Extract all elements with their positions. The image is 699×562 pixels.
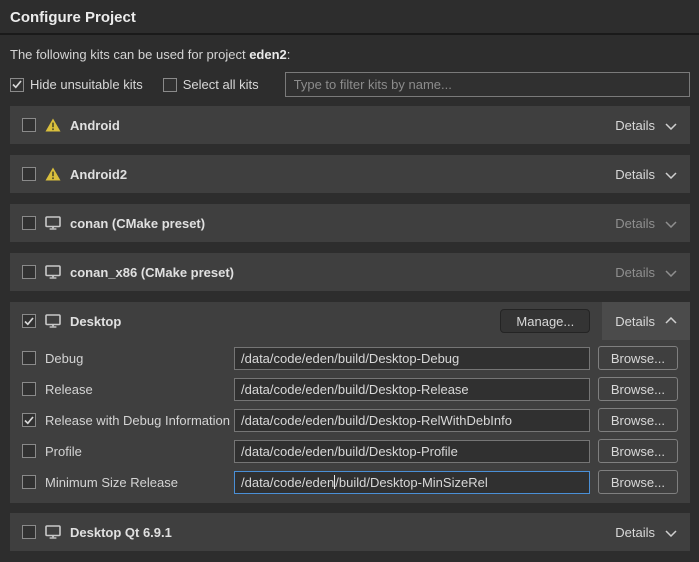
- config-debug-browse-button[interactable]: Browse...: [598, 346, 678, 370]
- warning-icon: [45, 167, 61, 181]
- select-all-kits-label: Select all kits: [183, 77, 259, 92]
- config-label: Minimum Size Release: [45, 475, 178, 490]
- select-all-kits-checkbox[interactable]: [163, 78, 177, 92]
- kit-list: Android Details Android2 Details conan (…: [10, 106, 690, 551]
- project-name: eden2: [249, 47, 287, 62]
- kit-desktop-qt-details-toggle[interactable]: Details: [602, 513, 690, 551]
- config-label: Release: [45, 382, 93, 397]
- config-profile-label-group[interactable]: Profile: [22, 444, 234, 459]
- kit-name: conan_x86 (CMake preset): [70, 265, 234, 280]
- kit-conan-x86-details-toggle[interactable]: Details: [602, 253, 690, 291]
- config-label: Release with Debug Information: [45, 413, 230, 428]
- config-row-relwithdebinfo: Release with Debug Information /data/cod…: [22, 408, 678, 432]
- page-title: Configure Project: [10, 9, 689, 26]
- kit-row-conan[interactable]: conan (CMake preset) Details: [10, 204, 690, 242]
- config-label: Debug: [45, 351, 83, 366]
- kit-name: Android2: [70, 167, 127, 182]
- desktop-icon: [45, 525, 61, 539]
- config-profile-checkbox[interactable]: [22, 444, 36, 458]
- config-relwithdebinfo-label-group[interactable]: Release with Debug Information: [22, 413, 234, 428]
- kit-name: Desktop Qt 6.9.1: [70, 525, 172, 540]
- config-release-checkbox[interactable]: [22, 382, 36, 396]
- details-label: Details: [615, 118, 655, 133]
- config-profile-browse-button[interactable]: Browse...: [598, 439, 678, 463]
- kits-description-colon: :: [287, 47, 291, 62]
- desktop-icon: [45, 314, 61, 328]
- kit-row-conan-x86[interactable]: conan_x86 (CMake preset) Details: [10, 253, 690, 291]
- config-relwithdebinfo-browse-button[interactable]: Browse...: [598, 408, 678, 432]
- chevron-down-icon: [665, 525, 677, 540]
- config-debug-checkbox[interactable]: [22, 351, 36, 365]
- config-minsizerel-checkbox[interactable]: [22, 475, 36, 489]
- hide-unsuitable-kits-label: Hide unsuitable kits: [30, 77, 143, 92]
- hide-unsuitable-kits-checkbox[interactable]: [10, 78, 24, 92]
- manage-kits-button[interactable]: Manage...: [500, 309, 590, 333]
- kit-row-desktop[interactable]: Desktop Manage... Details: [10, 302, 690, 340]
- desktop-icon: [45, 265, 61, 279]
- config-row-minsizerel: Minimum Size Release /data/code/eden/bui…: [22, 470, 678, 494]
- kit-row-desktop-qt-691[interactable]: Desktop Qt 6.9.1 Details: [10, 513, 690, 551]
- details-label: Details: [615, 314, 655, 329]
- chevron-down-icon: [665, 167, 677, 182]
- kit-android2-checkbox[interactable]: [22, 167, 36, 181]
- config-row-release: Release /data/code/eden/build/Desktop-Re…: [22, 377, 678, 401]
- kit-conan-x86-checkbox[interactable]: [22, 265, 36, 279]
- kit-desktop-checkbox[interactable]: [22, 314, 36, 328]
- config-label: Profile: [45, 444, 82, 459]
- config-minsizerel-path-field[interactable]: /data/code/eden/build/Desktop-MinSizeRel: [234, 471, 590, 494]
- page-header: Configure Project: [0, 0, 699, 35]
- kit-panel-desktop: Desktop Manage... Details Debug /data/co…: [10, 302, 690, 503]
- kits-description-text: The following kits can be used for proje…: [10, 47, 249, 62]
- config-release-path-field[interactable]: /data/code/eden/build/Desktop-Release: [234, 378, 590, 401]
- details-label: Details: [615, 167, 655, 182]
- details-label: Details: [615, 265, 655, 280]
- kit-desktop-details-toggle[interactable]: Details: [602, 302, 690, 340]
- warning-icon: [45, 118, 61, 132]
- kit-row-android2[interactable]: Android2 Details: [10, 155, 690, 193]
- config-debug-path-field[interactable]: /data/code/eden/build/Desktop-Debug: [234, 347, 590, 370]
- desktop-icon: [45, 216, 61, 230]
- kit-desktop-qt-checkbox[interactable]: [22, 525, 36, 539]
- kit-android2-details-toggle[interactable]: Details: [602, 155, 690, 193]
- config-relwithdebinfo-checkbox[interactable]: [22, 413, 36, 427]
- kit-android-details-toggle[interactable]: Details: [602, 106, 690, 144]
- filter-bar: Hide unsuitable kits Select all kits: [10, 72, 690, 97]
- path-text-before-caret: /data/code/eden: [241, 475, 334, 490]
- kit-conan-checkbox[interactable]: [22, 216, 36, 230]
- kit-android-checkbox[interactable]: [22, 118, 36, 132]
- chevron-down-icon: [665, 118, 677, 133]
- kit-row-android[interactable]: Android Details: [10, 106, 690, 144]
- config-release-browse-button[interactable]: Browse...: [598, 377, 678, 401]
- config-minsizerel-label-group[interactable]: Minimum Size Release: [22, 475, 234, 490]
- chevron-up-icon: [665, 314, 677, 329]
- kit-name: Desktop: [70, 314, 121, 329]
- details-label: Details: [615, 216, 655, 231]
- config-profile-path-field[interactable]: /data/code/eden/build/Desktop-Profile: [234, 440, 590, 463]
- select-all-kits-checkbox-group[interactable]: Select all kits: [163, 77, 259, 92]
- details-label: Details: [615, 525, 655, 540]
- kit-filter-input[interactable]: [285, 72, 690, 97]
- chevron-down-icon: [665, 216, 677, 231]
- config-relwithdebinfo-path-field[interactable]: /data/code/eden/build/Desktop-RelWithDeb…: [234, 409, 590, 432]
- kits-description: The following kits can be used for proje…: [10, 47, 689, 62]
- kit-conan-details-toggle[interactable]: Details: [602, 204, 690, 242]
- kit-name: conan (CMake preset): [70, 216, 205, 231]
- config-debug-label-group[interactable]: Debug: [22, 351, 234, 366]
- config-minsizerel-browse-button[interactable]: Browse...: [598, 470, 678, 494]
- kit-name: Android: [70, 118, 120, 133]
- config-row-profile: Profile /data/code/eden/build/Desktop-Pr…: [22, 439, 678, 463]
- config-release-label-group[interactable]: Release: [22, 382, 234, 397]
- chevron-down-icon: [665, 265, 677, 280]
- path-text-after-caret: /build/Desktop-MinSizeRel: [335, 475, 487, 490]
- config-row-debug: Debug /data/code/eden/build/Desktop-Debu…: [22, 346, 678, 370]
- hide-unsuitable-kits-checkbox-group[interactable]: Hide unsuitable kits: [10, 77, 143, 92]
